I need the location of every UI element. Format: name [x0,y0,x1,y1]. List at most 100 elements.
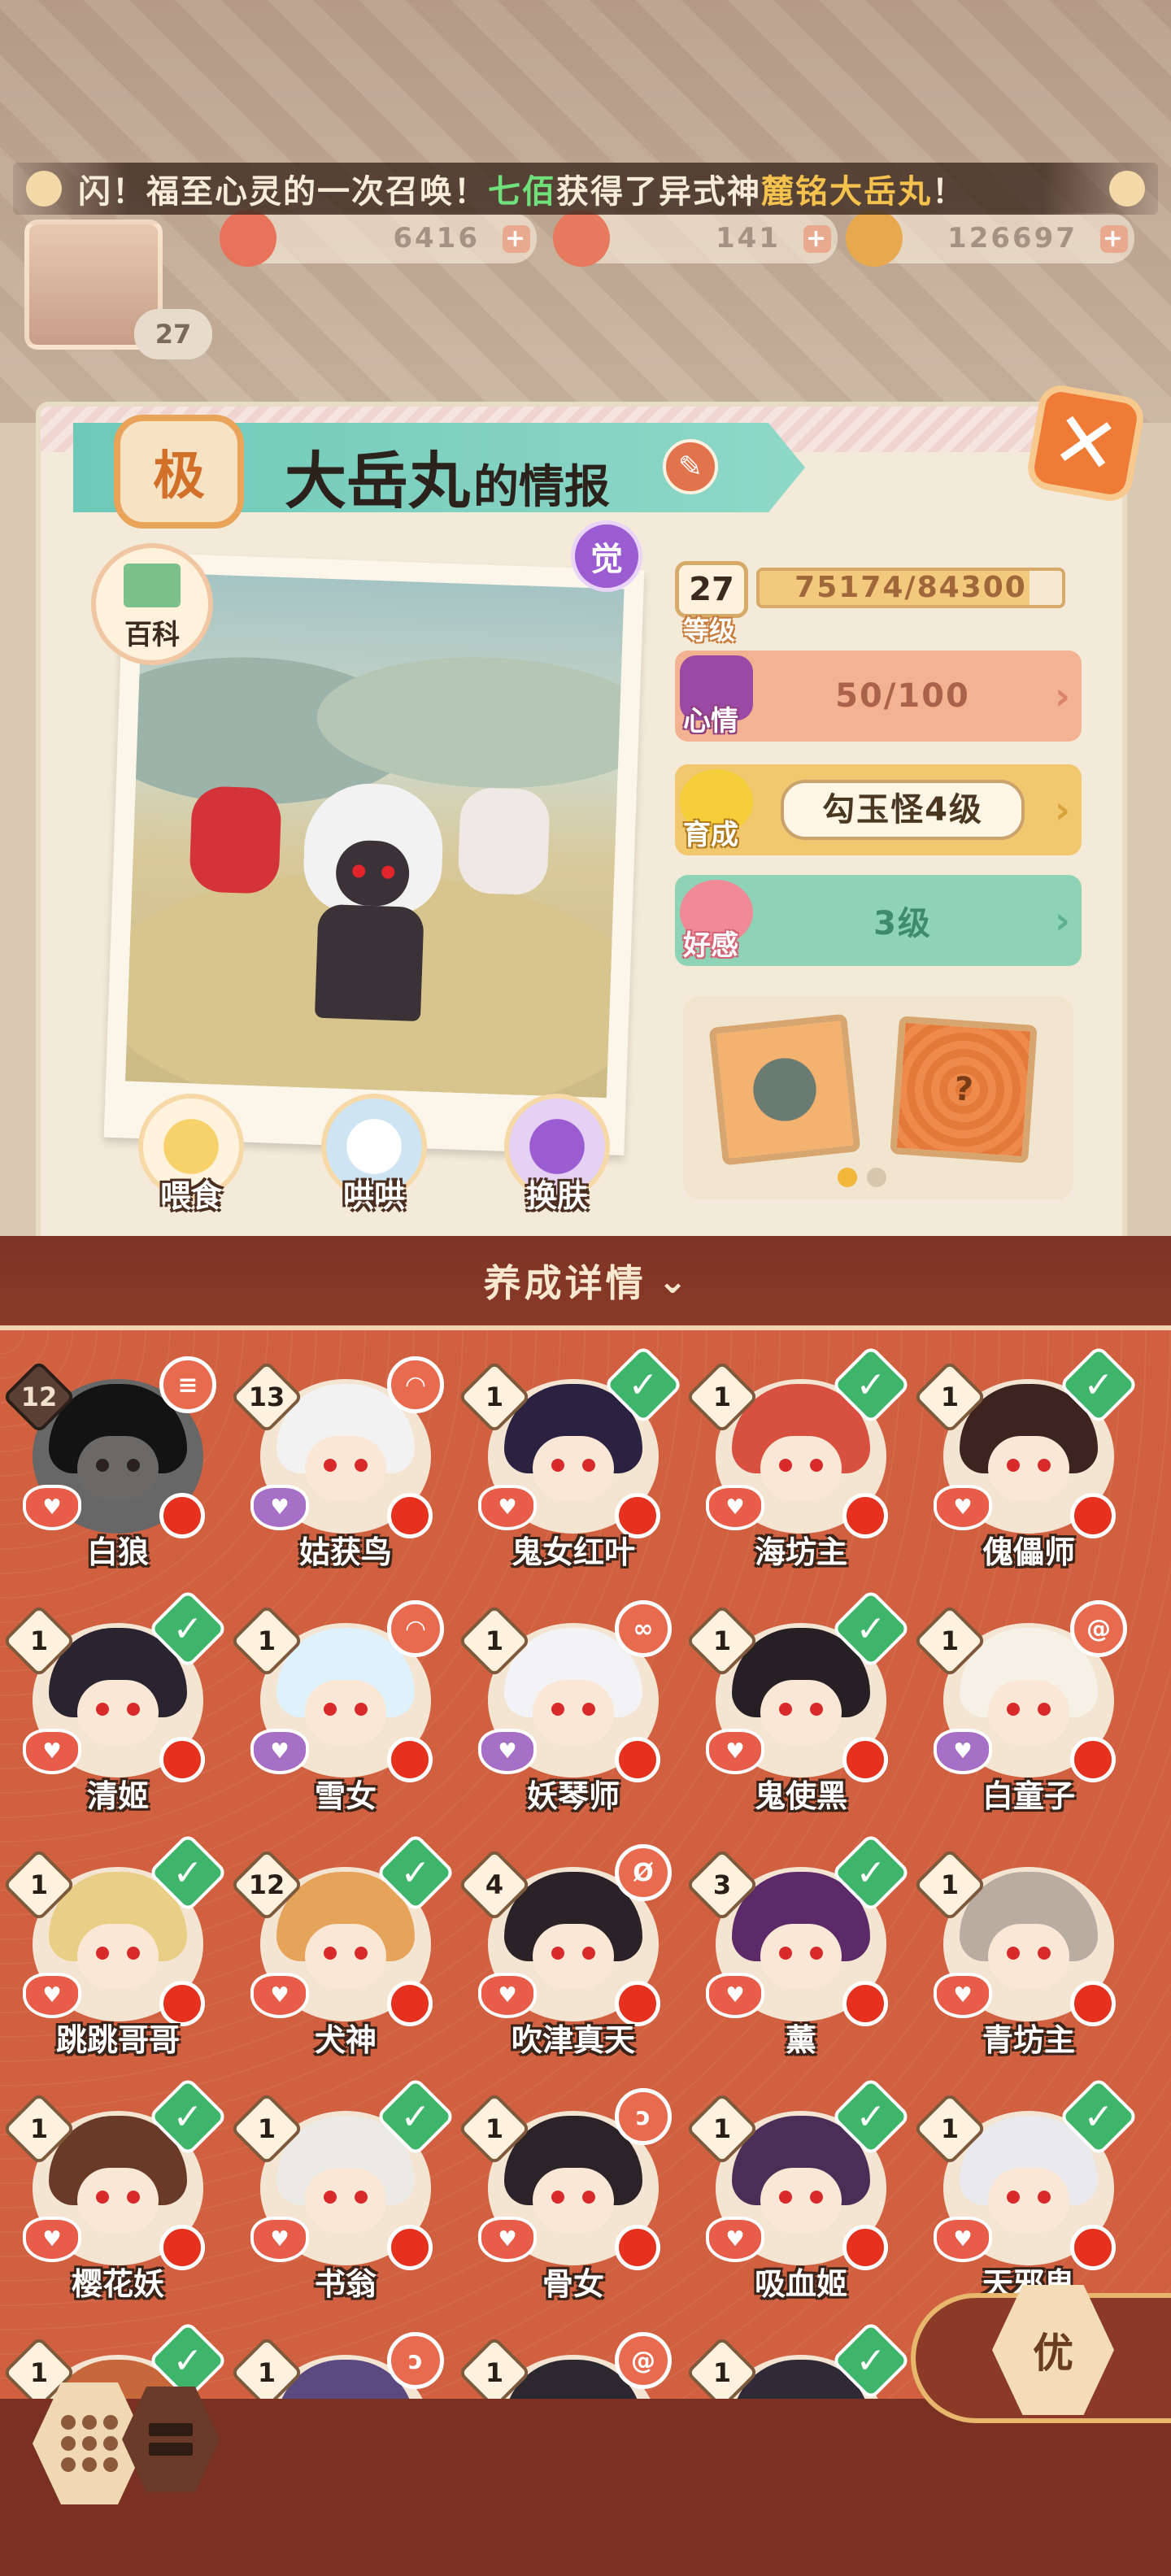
shikigami-name: 樱花妖 [71,2266,164,2302]
level-number: 1 [485,1382,504,1412]
heart-mood-icon: ♥ [706,1729,764,1774]
affection-value: 3级 [873,905,932,942]
heart-mood-icon: ♥ [250,1485,309,1530]
shikigami-name: 雪女 [314,1778,377,1814]
level-number: 1 [257,2357,276,2388]
close-button[interactable]: ✕ [1024,381,1147,505]
jade-add-button[interactable]: + [803,225,831,253]
level-number: 12 [20,1382,58,1412]
shikigami-card[interactable]: 1@♥ [457,2322,683,2399]
exp-bar: 75174/84300 [756,568,1065,608]
white-oni-mask [457,786,551,896]
shikigami-card[interactable]: 1 ♥ 青坊主 [912,1834,1138,2070]
edit-name-button[interactable]: ✎ [663,439,718,494]
level-number: 1 [940,2113,960,2144]
level-number: 1 [29,1625,49,1656]
shikigami-card[interactable]: 1 ✓ ♥ 鬼女红叶 [457,1344,684,1582]
heart-mood-icon: ♥ [478,1729,537,1774]
infinity-icon: ∞ [615,1600,672,1657]
affection-label: 好感 [683,929,738,962]
shikigami-card[interactable]: 1 ◠ ♥ 雪女 [229,1590,455,1826]
marquee-prefix: 闪！福至心灵的一次召唤！ [78,173,488,211]
shikigami-card[interactable]: 1 ✓ ♥ 海坊主 [685,1344,912,1582]
level-number: 1 [257,2113,276,2144]
announcement-marquee: 闪！福至心灵的一次召唤！ 七佰 获得了异式神 麓铭大岳丸 ！ [13,163,1158,215]
marquee-shikigami: 麓铭大岳丸 [761,173,932,211]
encyclopedia-label: 百科 [124,619,180,651]
chevron-right-icon: › [1055,899,1070,942]
shikigami-card[interactable]: 1✓♥ [685,2320,912,2399]
shikigami-card[interactable]: 1 ✓ ♥ 吸血姬 [685,2076,912,2314]
shikigami-name: 跳跳哥哥 [55,2022,180,2058]
exp-text: 75174/84300 [794,571,1027,604]
shikigami-card[interactable]: 1 @ ♥ 白童子 [912,1590,1138,1826]
shikigami-card[interactable]: 3 ✓ ♥ 薰 [685,1832,912,2070]
shikigami-name: 傀儡师 [982,1534,1075,1570]
marquee-player: 七佰 [488,173,556,211]
jade-amount: 141 [716,222,781,255]
shikigami-card[interactable]: 1 ɔ ♥ 骨女 [457,2078,683,2314]
level-number: 12 [248,1869,285,1900]
marquee-middle: 获得了异式神 [556,173,761,211]
skin-label: 换肤 [525,1178,588,1214]
pet-button[interactable]: 哄哄 [313,1094,435,1216]
growth-row[interactable]: 育成 勾玉怪4级 › [675,764,1082,855]
marquee-suffix: ！ [932,173,966,211]
list-icon [149,2423,193,2456]
level-number: 1 [29,2357,49,2388]
shikigami-card[interactable]: 4 Ø ♥ 吹津真天 [457,1834,683,2070]
heart-mood-icon: ♥ [23,1485,81,1530]
shikigami-card[interactable]: 1 ✓ ♥ 跳跳哥哥 [2,1832,229,2070]
shikigami-card[interactable]: 1 ✓ ♥ 清姬 [2,1588,229,1826]
affection-row[interactable]: 好感 3级 › [675,875,1082,966]
coin-add-button[interactable]: + [1100,225,1128,253]
shikigami-card[interactable]: 13 ◠ ♥ 姑获鸟 [229,1347,455,1582]
gift-card-locked[interactable]: ? [890,1016,1038,1164]
heart-mood-icon: ♥ [250,1729,309,1774]
detail-toggle[interactable]: 养成详情 ⌄ [0,1236,1171,1325]
encyclopedia-button[interactable]: 百科 [91,543,213,665]
honeycomb-icon [61,2415,118,2472]
level-number: 1 [485,2113,504,2144]
mood-label: 心情 [683,705,738,738]
coin-amount: 126697 [947,222,1077,255]
gold-add-button[interactable]: + [503,225,530,253]
detail-title: 养成详情 [483,1261,646,1305]
level-number: 1 [712,2113,732,2144]
feed-button[interactable]: 喂食 [130,1094,252,1216]
shikigami-name: 白狼 [86,1534,149,1570]
coin-resource: 126697 + [846,210,1134,267]
shikigami-card[interactable]: 12 ✓ ♥ 犬神 [229,1832,456,2070]
carousel-dot-active[interactable] [838,1168,857,1187]
level-number: 3 [712,1869,732,1900]
mood-row[interactable]: 心情 50/100 › [675,651,1082,742]
shikigami-card[interactable]: 1 ∞ ♥ 妖琴师 [457,1590,683,1826]
gift-card[interactable] [708,1013,861,1166]
shikigami-card[interactable]: 1 ✓ ♥ 樱花妖 [2,2076,229,2314]
grade-badge: 极 [114,415,244,529]
growth-value: 勾玉怪4级 [781,780,1025,840]
level-number: 1 [712,1625,732,1656]
level-number: 1 [29,2113,49,2144]
carousel-dot[interactable] [867,1168,886,1187]
level-number: 1 [485,1625,504,1656]
shikigami-card[interactable]: 12 ≡ ♥ 白狼 [2,1347,228,1582]
skin-button[interactable]: 换肤 [496,1094,618,1216]
level-number: 1 [485,2357,504,2388]
heart-mood-icon: ♥ [23,2217,81,2262]
shikigami-card[interactable]: 1 ✓ ♥ 书翁 [229,2076,456,2314]
shikigami-name: 吹津真天 [511,2022,635,2058]
heart-mood-icon: ♥ [478,2217,537,2262]
level-number: 1 [940,1869,960,1900]
shikigami-card[interactable]: 1ɔ♥ [229,2322,455,2399]
shikigami-grid: 12 ≡ ♥ 白狼 13 ◠ ♥ 姑获鸟 1 ✓ ♥ 鬼女红叶 1 ✓ ♥ 海坊主 1 ✓ ♥ 傀儡师 1 ✓ ♥ 清姬 1 ◠ ♥… [0,1325,1171,2399]
feed-label: 喂食 [159,1178,222,1214]
level-number: 1 [29,1869,49,1900]
shikigami-name: 骨女 [542,2266,604,2302]
heart-mood-icon: ♥ [934,1485,992,1530]
shikigami-card[interactable]: 1 ✓ ♥ 傀儡师 [912,1344,1139,1582]
flower-icon [26,171,62,207]
shikigami-card[interactable]: 1 ✓ ♥ 鬼使黑 [685,1588,912,1826]
shikigami-name: 鬼女红叶 [511,1534,635,1570]
shikigami-card[interactable]: 1 ✓ ♥ 天邪鬼 [912,2076,1139,2314]
